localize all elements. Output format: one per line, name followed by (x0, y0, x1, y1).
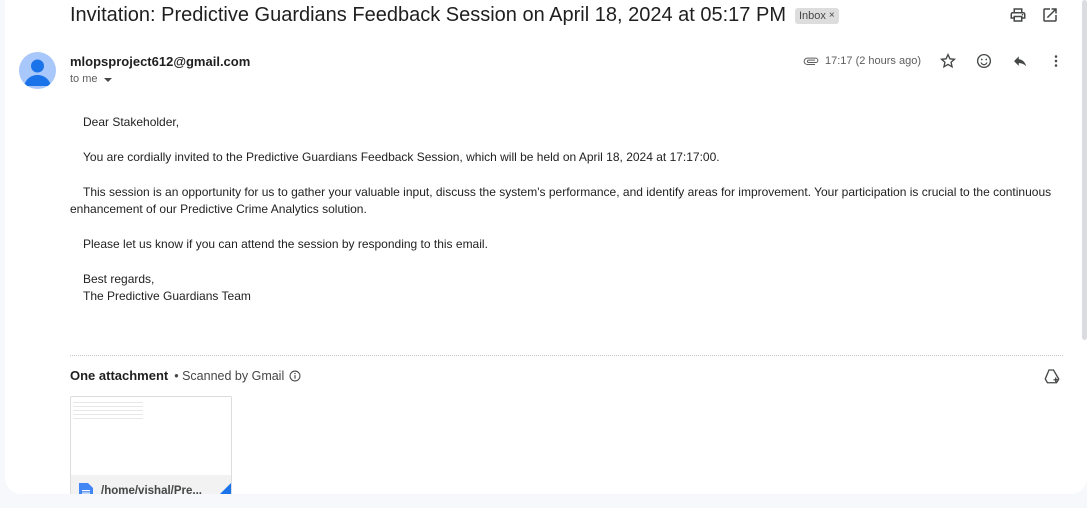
print-icon[interactable] (1009, 6, 1027, 24)
body-signature: The Predictive Guardians Team (83, 289, 251, 303)
file-type-corner (209, 483, 231, 494)
emoji-reaction-icon[interactable] (975, 52, 993, 70)
body-greeting: Dear Stakeholder, (83, 115, 180, 129)
attachment-footer: /home/vishal/Pre... (71, 475, 231, 494)
body-paragraph-2: This session is an opportunity for us to… (70, 185, 1052, 216)
email-body: Dear Stakeholder, You are cordially invi… (70, 114, 1070, 305)
label-text: Inbox (798, 9, 826, 22)
attachments-divider (70, 355, 1063, 356)
subject-row: Invitation: Predictive Guardians Feedbac… (70, 4, 839, 27)
attachment-file-name: /home/vishal/Pre... (101, 485, 202, 494)
remove-label-button[interactable]: × (829, 10, 835, 21)
attachment-card[interactable]: /home/vishal/Pre... (70, 396, 232, 494)
body-paragraph-1: You are cordially invited to the Predict… (83, 150, 720, 164)
preview-spreadsheet-thumbnail (73, 399, 143, 419)
more-vert-icon[interactable] (1047, 52, 1065, 70)
reply-icon[interactable] (1011, 52, 1029, 70)
sender-avatar[interactable] (19, 52, 56, 89)
email-subject: Invitation: Predictive Guardians Feedbac… (70, 4, 786, 26)
top-actions (1009, 6, 1059, 24)
recipient-details-toggle[interactable]: to me (70, 73, 112, 85)
add-to-drive-icon[interactable] (1043, 367, 1061, 385)
scanned-by-gmail: • Scanned by Gmail (174, 368, 285, 383)
scrollbar[interactable] (1082, 0, 1087, 340)
attachments-header: One attachment • Scanned by Gmail (70, 368, 302, 383)
chevron-down-icon (103, 78, 112, 82)
sender-email[interactable]: mlopsproject612@gmail.com (70, 54, 250, 69)
paperclip-icon (803, 57, 819, 65)
message-timestamp: 17:17 (2 hours ago) (824, 55, 921, 67)
inbox-label-chip[interactable]: Inbox × (794, 7, 839, 24)
attachment-preview (71, 397, 231, 475)
body-paragraph-3: Please let us know if you can attend the… (83, 237, 488, 251)
message-meta: 17:17 (2 hours ago) (803, 52, 1065, 70)
body-closing: Best regards, (83, 272, 155, 286)
star-icon[interactable] (939, 52, 957, 70)
recipient-label: to me (70, 73, 98, 85)
attachment-count: One attachment (70, 368, 169, 383)
email-view-panel: Invitation: Predictive Guardians Feedbac… (5, 0, 1087, 494)
open-in-new-window-icon[interactable] (1041, 6, 1059, 24)
info-icon[interactable] (288, 369, 302, 383)
google-doc-icon (79, 483, 93, 494)
